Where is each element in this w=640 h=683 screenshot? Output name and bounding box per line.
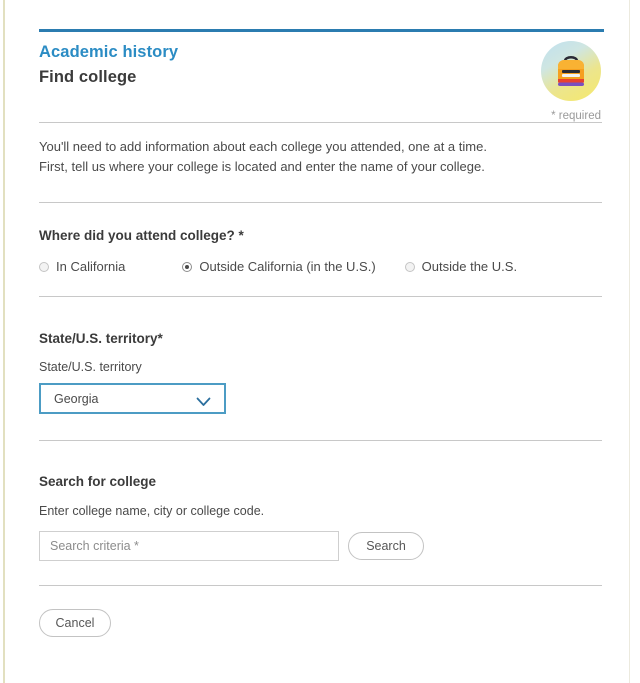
state-select[interactable]: Georgia <box>39 383 226 414</box>
radio-option-in-california[interactable]: In California <box>39 259 125 274</box>
intro-line-2: First, tell us where your college is loc… <box>39 158 485 174</box>
required-note: * required <box>551 110 601 122</box>
radio-icon <box>182 261 193 272</box>
radio-label: Outside California (in the U.S.) <box>199 259 376 274</box>
radio-icon <box>39 261 49 272</box>
chevron-down-icon <box>196 394 211 412</box>
page-root: Academic history Find college * required… <box>0 0 640 683</box>
search-button[interactable]: Search <box>348 531 424 560</box>
radio-option-outside-california[interactable]: Outside California (in the U.S.) <box>182 259 376 274</box>
radio-label: Outside the U.S. <box>421 259 518 274</box>
search-hint: Enter college name, city or college code… <box>39 504 265 518</box>
intro-paragraph: You'll need to add information about eac… <box>39 123 602 176</box>
intro-line-1: You'll need to add information about eac… <box>39 139 487 154</box>
divider-after-search <box>39 585 602 586</box>
state-select-value: Georgia <box>54 392 99 406</box>
backpack-icon <box>558 56 584 86</box>
page-right-edge-rule <box>629 0 630 683</box>
search-section-heading: Search for college <box>39 474 157 489</box>
location-question-label: Where did you attend college? * <box>39 228 244 243</box>
breadcrumb-eyebrow: Academic history <box>39 43 179 61</box>
radio-option-outside-us[interactable]: Outside the U.S. <box>404 259 518 274</box>
state-section: State/U.S. territory* State/U.S. territo… <box>39 297 602 414</box>
state-section-heading: State/U.S. territory* <box>39 331 163 346</box>
search-section: Search for college Enter college name, c… <box>39 441 602 561</box>
search-row: Search <box>39 518 602 561</box>
page-title: Find college <box>39 68 137 86</box>
cancel-button[interactable]: Cancel <box>39 609 111 637</box>
page-left-edge-rule <box>3 0 5 683</box>
page-header: Academic history Find college <box>39 32 602 89</box>
location-question-section: Where did you attend college? * In Calif… <box>39 203 602 274</box>
search-input[interactable] <box>39 531 339 561</box>
page-content: Academic history Find college * required… <box>39 0 604 637</box>
radio-icon <box>404 261 415 272</box>
radio-label: In California <box>56 259 126 274</box>
backpack-badge <box>541 41 601 101</box>
location-radio-group: In California Outside California (in the… <box>39 243 602 274</box>
state-field-label: State/U.S. territory <box>39 360 142 374</box>
